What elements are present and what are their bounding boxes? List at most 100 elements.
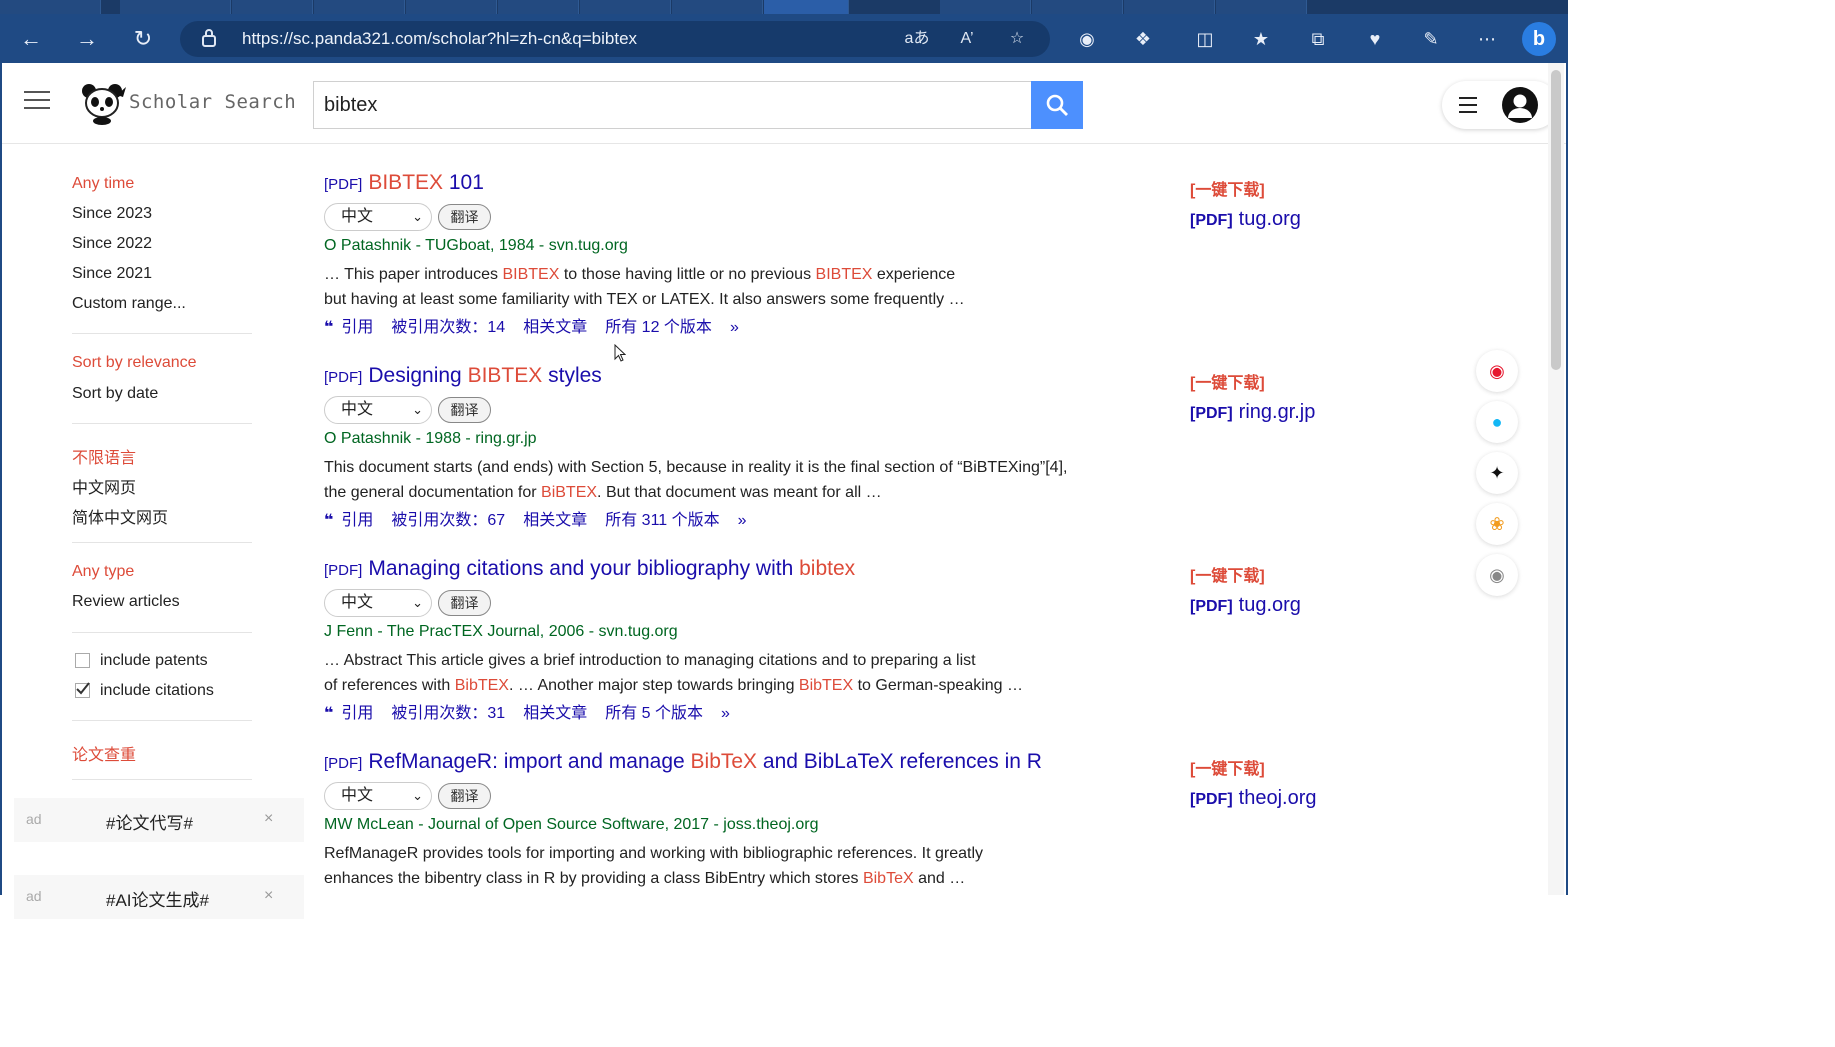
- forward-icon[interactable]: →: [72, 24, 102, 54]
- more-menu-icon[interactable]: ⋯: [1474, 26, 1500, 52]
- translate-button[interactable]: 翻译: [438, 590, 491, 616]
- bing-copilot-icon[interactable]: b: [1522, 22, 1556, 56]
- back-icon[interactable]: ←: [16, 24, 46, 54]
- result-title-link[interactable]: BIBTEX 101: [368, 171, 484, 194]
- refresh-icon[interactable]: ↻: [128, 24, 158, 54]
- filter-any-time[interactable]: Any time: [72, 175, 134, 193]
- collections-icon[interactable]: ⧉: [1305, 26, 1331, 52]
- one-click-download-link[interactable]: [一键下载]: [1190, 369, 1315, 393]
- browser-tab[interactable]: [498, 0, 579, 14]
- close-icon[interactable]: ×: [264, 810, 273, 828]
- filter-any-language[interactable]: 不限语言: [72, 444, 136, 468]
- panda-logo-icon[interactable]: [77, 81, 127, 125]
- search-input[interactable]: [313, 81, 1031, 129]
- qq-share-icon[interactable]: ●: [1476, 401, 1518, 443]
- browser-tab[interactable]: [406, 0, 497, 14]
- browser-tab[interactable]: [1124, 0, 1215, 14]
- filter-since-2023[interactable]: Since 2023: [72, 205, 152, 223]
- weibo-share-icon[interactable]: ◉: [1476, 350, 1518, 392]
- include-patents-label[interactable]: include patents: [100, 652, 208, 670]
- filter-since-2022[interactable]: Since 2022: [72, 235, 152, 253]
- ad-text[interactable]: #论文代写#: [106, 809, 193, 834]
- related-articles-link[interactable]: 相关文章: [523, 512, 587, 529]
- language-select[interactable]: 中文 ⌄: [324, 203, 432, 231]
- scrollbar-thumb[interactable]: [1551, 70, 1561, 370]
- browser-tab[interactable]: [232, 0, 313, 14]
- wechat-share-icon[interactable]: ◉: [1476, 554, 1518, 596]
- extensions-puzzle-icon[interactable]: ❖: [1130, 26, 1156, 52]
- sort-by-relevance[interactable]: Sort by relevance: [72, 354, 197, 372]
- include-patents-checkbox[interactable]: [75, 653, 90, 668]
- avatar[interactable]: [1502, 87, 1538, 123]
- translate-button[interactable]: 翻译: [438, 204, 491, 230]
- url-text[interactable]: https://sc.panda321.com/scholar?hl=zh-cn…: [242, 21, 637, 57]
- result-title-link[interactable]: RefManageR: import and manage BibTeX and…: [368, 750, 1042, 773]
- more-icon[interactable]: »: [721, 705, 730, 722]
- filter-custom-range[interactable]: Custom range...: [72, 295, 186, 313]
- related-articles-link[interactable]: 相关文章: [523, 319, 587, 336]
- one-click-download-link[interactable]: [一键下载]: [1190, 755, 1317, 779]
- filter-review-articles[interactable]: Review articles: [72, 593, 180, 611]
- result-title-link[interactable]: Managing citations and your bibliography…: [368, 557, 855, 580]
- more-icon[interactable]: »: [738, 512, 747, 529]
- plagiarism-check-link[interactable]: 论文查重: [72, 741, 136, 765]
- include-citations-checkbox[interactable]: [75, 682, 90, 698]
- cited-by-link[interactable]: 被引用次数：14: [391, 319, 505, 336]
- translate-page-icon[interactable]: aあ: [904, 27, 930, 51]
- pdf-tag[interactable]: [PDF]: [324, 755, 362, 772]
- sidebar-menu-icon[interactable]: [24, 91, 50, 111]
- quote-icon[interactable]: ❝: [324, 705, 333, 722]
- search-button[interactable]: [1031, 81, 1083, 129]
- ad-text[interactable]: #AI论文生成#: [106, 886, 209, 911]
- moments-share-icon[interactable]: ❀: [1476, 503, 1518, 545]
- cite-link[interactable]: 引用: [341, 319, 373, 336]
- language-select[interactable]: 中文 ⌄: [324, 589, 432, 617]
- browser-tab[interactable]: [672, 0, 763, 14]
- browser-tab-active[interactable]: [764, 0, 849, 14]
- result-title-link[interactable]: Designing BIBTEX styles: [368, 364, 601, 387]
- close-icon[interactable]: ×: [264, 887, 273, 905]
- quote-icon[interactable]: ❝: [324, 319, 333, 336]
- extension-icon[interactable]: ◉: [1074, 26, 1100, 52]
- cited-by-link[interactable]: 被引用次数：31: [391, 705, 505, 722]
- all-versions-link[interactable]: 所有 5 个版本: [605, 705, 703, 722]
- menu-icon[interactable]: [1459, 97, 1477, 118]
- address-bar[interactable]: https://sc.panda321.com/scholar?hl=zh-cn…: [180, 21, 1050, 57]
- filter-chinese-pages[interactable]: 中文网页: [72, 474, 136, 498]
- ad-banner[interactable]: ad #AI论文生成# ×: [14, 875, 304, 919]
- pdf-source-link[interactable]: [PDF] ring.gr.jp: [1190, 401, 1315, 424]
- browser-tab[interactable]: [0, 0, 101, 14]
- browser-tab[interactable]: [940, 0, 1031, 14]
- pdf-tag[interactable]: [PDF]: [324, 562, 362, 579]
- feedback-icon[interactable]: ✎: [1418, 26, 1444, 52]
- browser-tab[interactable]: [1032, 0, 1123, 14]
- filter-simplified-chinese[interactable]: 简体中文网页: [72, 504, 168, 528]
- more-icon[interactable]: »: [730, 319, 739, 336]
- pdf-source-link[interactable]: [PDF] tug.org: [1190, 208, 1301, 231]
- favorites-icon[interactable]: ★: [1248, 26, 1274, 52]
- include-citations-label[interactable]: include citations: [100, 682, 214, 700]
- performance-icon[interactable]: ♥: [1362, 26, 1388, 52]
- sort-by-date[interactable]: Sort by date: [72, 385, 158, 403]
- all-versions-link[interactable]: 所有 311 个版本: [605, 512, 719, 529]
- read-aloud-icon[interactable]: A’: [954, 27, 980, 51]
- pdf-tag[interactable]: [PDF]: [324, 369, 362, 386]
- browser-tab[interactable]: [120, 0, 231, 14]
- site-logo-text[interactable]: Scholar Search: [129, 91, 296, 113]
- quote-icon[interactable]: ❝: [324, 512, 333, 529]
- one-click-download-link[interactable]: [一键下载]: [1190, 176, 1301, 200]
- twitter-share-icon[interactable]: ✦: [1476, 452, 1518, 494]
- browser-tab[interactable]: [580, 0, 671, 14]
- favorite-star-icon[interactable]: ☆: [1004, 27, 1030, 51]
- cite-link[interactable]: 引用: [341, 512, 373, 529]
- language-select[interactable]: 中文 ⌄: [324, 782, 432, 810]
- pdf-source-link[interactable]: [PDF] tug.org: [1190, 594, 1301, 617]
- split-screen-icon[interactable]: ◫: [1192, 26, 1218, 52]
- filter-any-type[interactable]: Any type: [72, 563, 134, 581]
- pdf-tag[interactable]: [PDF]: [324, 176, 362, 193]
- browser-tab[interactable]: [314, 0, 405, 14]
- one-click-download-link[interactable]: [一键下载]: [1190, 562, 1301, 586]
- ad-banner[interactable]: ad #论文代写# ×: [14, 798, 304, 842]
- lock-icon[interactable]: [202, 29, 218, 49]
- translate-button[interactable]: 翻译: [438, 397, 491, 423]
